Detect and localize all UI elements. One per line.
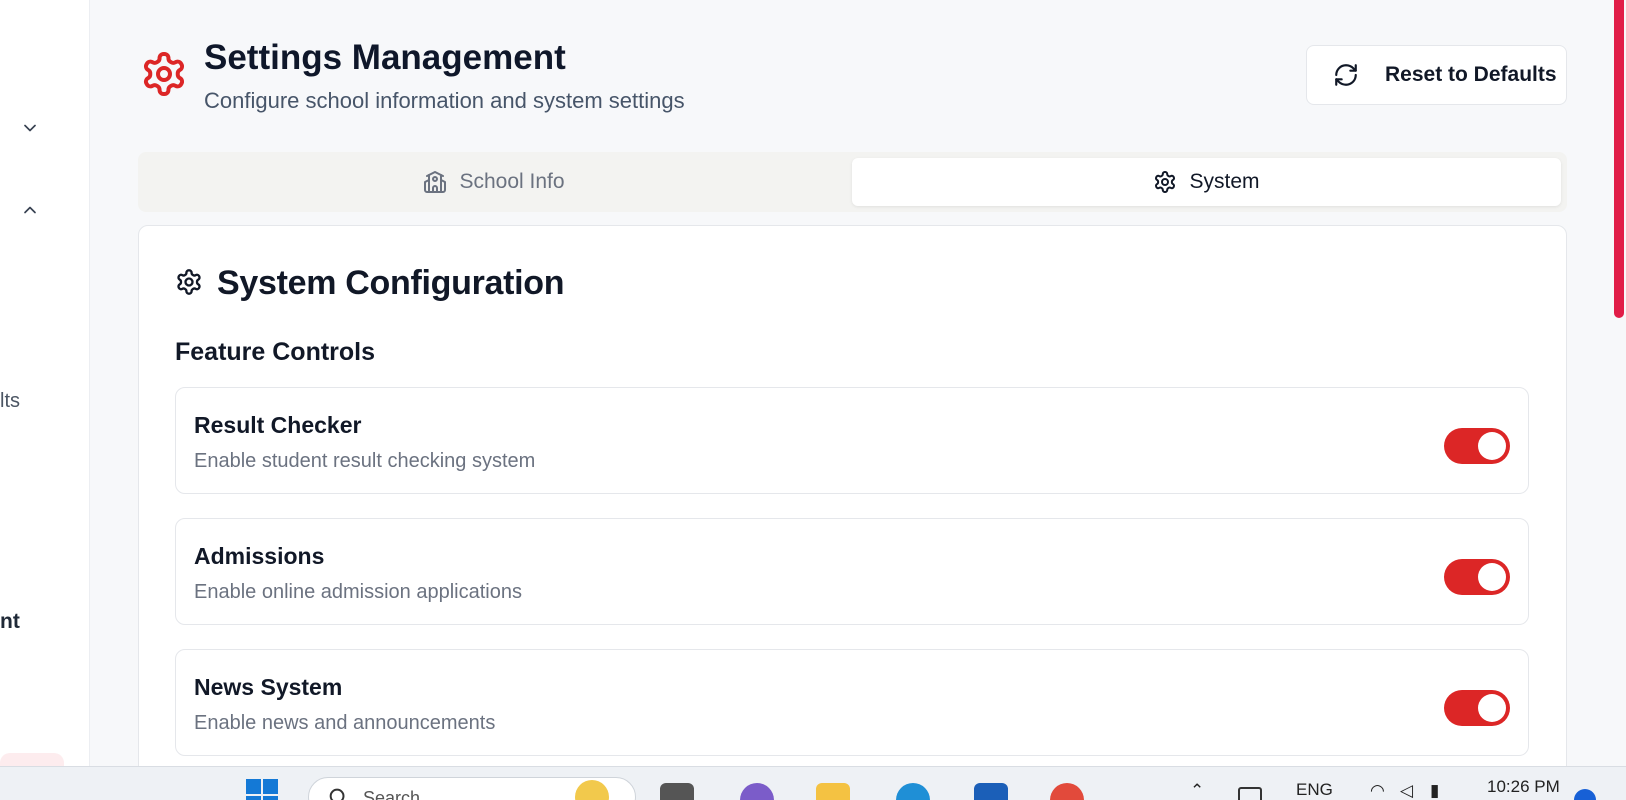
moon-widget-icon xyxy=(575,780,609,800)
keyboard-icon[interactable] xyxy=(1238,787,1262,800)
feature-name: Result Checker xyxy=(194,412,362,438)
refresh-icon xyxy=(1335,64,1357,86)
scrollbar-thumb[interactable] xyxy=(1614,0,1624,318)
feature-name: News System xyxy=(194,674,343,700)
sidebar: lts nt xyxy=(0,0,90,766)
system-configuration-card: System Configuration Feature Controls Re… xyxy=(138,225,1567,800)
admissions-toggle[interactable] xyxy=(1444,559,1510,595)
tab-label: System xyxy=(1189,170,1260,193)
os-taskbar: Search ⌃ ENG ◠ ◁ ▮ 10:26 PM xyxy=(0,766,1626,800)
chevron-up-icon[interactable] xyxy=(20,200,40,220)
feature-row-news-system: News System Enable news and announcement… xyxy=(175,649,1529,756)
task-view-icon[interactable] xyxy=(660,783,694,800)
chevron-down-icon[interactable] xyxy=(20,118,40,138)
gear-icon xyxy=(1155,171,1176,193)
chevron-up-icon[interactable]: ⌃ xyxy=(1190,781,1204,800)
file-explorer-icon[interactable] xyxy=(816,783,850,800)
feature-description: Enable news and announcements xyxy=(194,712,496,734)
sidebar-item-partial-label[interactable]: lts xyxy=(0,390,20,413)
toggle-knob xyxy=(1478,694,1506,722)
school-icon xyxy=(424,171,447,193)
clock-time[interactable]: 10:26 PM xyxy=(1487,777,1560,797)
volume-icon[interactable]: ◁ xyxy=(1400,781,1413,800)
reset-to-defaults-button[interactable]: Reset to Defaults xyxy=(1306,45,1567,105)
windows-start-icon[interactable] xyxy=(246,779,278,800)
gear-icon xyxy=(175,268,203,296)
page-subtitle: Configure school information and system … xyxy=(204,88,685,113)
teams-icon[interactable] xyxy=(740,783,774,800)
section-title: Feature Controls xyxy=(175,338,376,366)
edge-icon[interactable] xyxy=(896,783,930,800)
screen: lts nt Settings Management Configure sch… xyxy=(0,0,1626,800)
notification-badge[interactable] xyxy=(1574,789,1596,800)
search-placeholder: Search xyxy=(363,788,421,800)
sidebar-active-item-highlight[interactable] xyxy=(0,753,64,766)
language-indicator[interactable]: ENG xyxy=(1296,780,1333,800)
feature-description: Enable online admission applications xyxy=(194,581,522,603)
toggle-knob xyxy=(1478,563,1506,591)
taskbar-search-input[interactable]: Search xyxy=(308,777,636,800)
tab-system[interactable]: System xyxy=(852,158,1561,206)
store-icon[interactable] xyxy=(974,783,1008,800)
wifi-icon[interactable]: ◠ xyxy=(1370,781,1385,800)
tab-school-info[interactable]: School Info xyxy=(144,158,844,206)
reset-button-label: Reset to Defaults xyxy=(1385,63,1557,86)
feature-row-result-checker: Result Checker Enable student result che… xyxy=(175,387,1529,494)
search-icon xyxy=(329,788,345,800)
tab-label: School Info xyxy=(459,170,565,193)
chrome-icon[interactable] xyxy=(1050,783,1084,800)
page-title: Settings Management xyxy=(204,38,566,77)
main-content: Settings Management Configure school inf… xyxy=(90,0,1608,800)
sidebar-item-partial-label[interactable]: nt xyxy=(0,610,20,634)
gear-icon xyxy=(140,50,188,98)
toggle-knob xyxy=(1478,432,1506,460)
result-checker-toggle[interactable] xyxy=(1444,428,1510,464)
battery-icon[interactable]: ▮ xyxy=(1430,781,1439,800)
feature-name: Admissions xyxy=(194,543,325,569)
news-system-toggle[interactable] xyxy=(1444,690,1510,726)
feature-row-admissions: Admissions Enable online admission appli… xyxy=(175,518,1529,625)
settings-tabs: School Info System xyxy=(138,152,1567,212)
feature-description: Enable student result checking system xyxy=(194,450,536,472)
card-title: System Configuration xyxy=(217,264,565,302)
scrollbar[interactable] xyxy=(1608,0,1626,766)
